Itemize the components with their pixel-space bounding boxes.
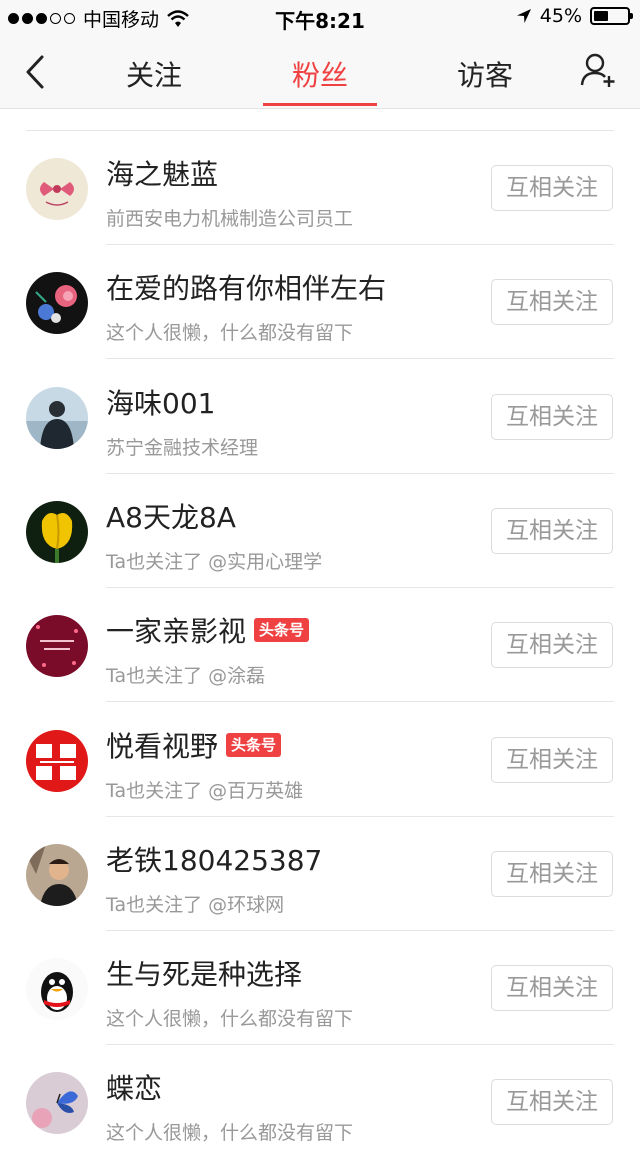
list-item[interactable]: 在爱的路有你相伴左右这个人很懒，什么都没有留下 互相关注 <box>0 245 640 360</box>
user-description: Ta也关注了 @实用心理学 <box>106 550 323 573</box>
mutual-follow-button[interactable]: 互相关注 <box>491 622 613 669</box>
user-name[interactable]: 在爱的路有你相伴左右 <box>106 267 386 307</box>
user-description: 这个人很懒，什么都没有留下 <box>106 1008 354 1031</box>
user-description: Ta也关注了 @涂磊 <box>106 665 266 688</box>
battery-percent: 45% <box>539 5 582 27</box>
red-logo-icon[interactable] <box>26 729 88 792</box>
mutual-follow-button[interactable]: 互相关注 <box>491 965 613 1012</box>
user-description: Ta也关注了 @环球网 <box>106 893 285 916</box>
user-description: Ta也关注了 @百万英雄 <box>106 779 304 802</box>
battery-icon <box>590 7 633 25</box>
mutual-follow-button[interactable]: 互相关注 <box>491 279 613 326</box>
mutual-follow-button[interactable]: 互相关注 <box>491 736 613 783</box>
user-description: 这个人很懒，什么都没有留下 <box>106 322 354 345</box>
toutiao-badge: 头条号 <box>254 618 310 643</box>
mutual-follow-button[interactable]: 互相关注 <box>491 1079 613 1126</box>
tab-visitors[interactable]: 访客 <box>420 54 550 94</box>
tab-following[interactable]: 关注 <box>89 54 219 94</box>
list-item[interactable]: 海之魅蓝前西安电力机械制造公司员工 互相关注 <box>0 131 640 245</box>
list-item[interactable]: 一家亲影视 头条号 Ta也关注了 @涂磊 互相关注 <box>0 588 640 703</box>
list-item[interactable]: 老铁180425387 Ta也关注了 @环球网 互相关注 <box>0 817 640 931</box>
tab-fans[interactable]: 粉丝 <box>255 54 385 94</box>
top-navigation: 关注 粉丝 访客 <box>0 36 640 109</box>
toutiao-badge: 头条号 <box>226 732 282 757</box>
list-item[interactable]: 悦看视野 头条号 Ta也关注了 @百万英雄 互相关注 <box>0 703 640 817</box>
user-name[interactable]: 生与死是种选择 <box>106 953 302 993</box>
list-item[interactable]: 蝶恋这个人很懒，什么都没有留下 互相关注 <box>0 1045 640 1159</box>
list-item[interactable]: 海味001 苏宁金融技术经理 互相关注 <box>0 360 640 474</box>
user-name[interactable]: 蝶恋 <box>106 1067 162 1107</box>
bow-icon[interactable] <box>26 158 88 220</box>
mutual-follow-button[interactable]: 互相关注 <box>491 393 613 440</box>
add-user-icon[interactable] <box>580 52 616 88</box>
user-description: 前西安电力机械制造公司员工 <box>106 208 354 230</box>
user-name[interactable]: 一家亲影视 <box>106 610 246 650</box>
user-name[interactable]: 悦看视野 <box>106 725 218 765</box>
penguin-icon[interactable] <box>26 958 88 1021</box>
active-tab-indicator <box>263 103 377 106</box>
back-arrow-icon[interactable] <box>22 52 52 92</box>
tulip-icon[interactable] <box>26 500 88 563</box>
user-name[interactable]: 海之魅蓝 <box>106 153 218 193</box>
flowers-icon[interactable] <box>26 272 88 335</box>
heart-pattern-icon[interactable] <box>26 615 88 678</box>
user-description: 这个人很懒，什么都没有留下 <box>106 1122 354 1145</box>
mutual-follow-button[interactable]: 互相关注 <box>491 165 613 211</box>
user-name[interactable]: 老铁180425387 <box>106 839 322 879</box>
man-photo-icon[interactable] <box>26 843 88 906</box>
person-sea-icon[interactable] <box>26 386 88 449</box>
mutual-follow-button[interactable]: 互相关注 <box>491 850 613 897</box>
list-item[interactable]: A8天龙8A Ta也关注了 @实用心理学 互相关注 <box>0 474 640 588</box>
mutual-follow-button[interactable]: 互相关注 <box>491 507 613 554</box>
status-bar: 中国移动 下午8:21 45% <box>0 0 640 36</box>
butterfly-icon[interactable] <box>26 1072 88 1135</box>
location-arrow-icon <box>516 9 531 23</box>
list-item[interactable]: 生与死是种选择这个人很懒，什么都没有留下 互相关注 <box>0 931 640 1046</box>
user-name[interactable]: A8天龙8A <box>106 496 236 536</box>
user-name[interactable]: 海味001 <box>106 382 215 422</box>
user-description: 苏宁金融技术经理 <box>106 436 259 459</box>
